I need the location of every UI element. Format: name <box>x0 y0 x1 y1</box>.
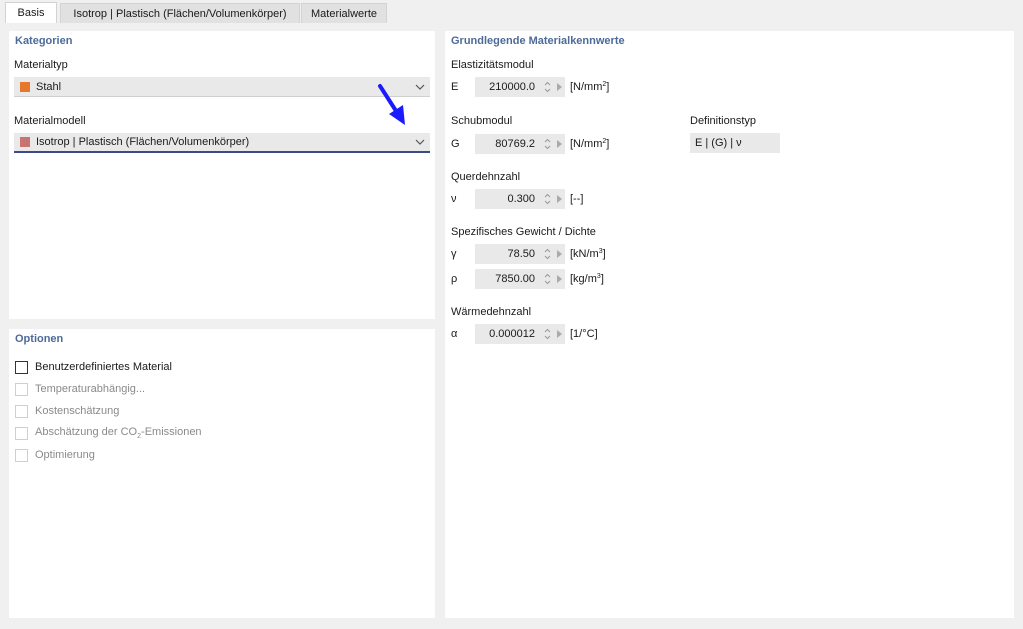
e-symbol: E <box>451 81 459 93</box>
schubmodul-label: Schubmodul <box>451 115 513 127</box>
alpha-unit: [1/°C] <box>570 328 598 340</box>
arrow-right-icon[interactable] <box>553 134 565 154</box>
querdehnzahl-label: Querdehnzahl <box>451 171 521 183</box>
materialtyp-color-swatch <box>20 81 30 92</box>
materialtyp-label: Materialtyp <box>14 59 68 71</box>
spinner-icon[interactable] <box>541 244 553 264</box>
alpha-symbol: α <box>451 328 458 340</box>
g-symbol: G <box>451 138 460 150</box>
arrow-right-icon[interactable] <box>553 189 565 209</box>
kategorien-title: Kategorien <box>15 35 73 47</box>
materialmodell-color-swatch <box>20 137 30 147</box>
waermedehnzahl-label: Wärmedehnzahl <box>451 306 532 318</box>
checkbox-box[interactable] <box>15 404 28 418</box>
optionen-title: Optionen <box>15 333 64 345</box>
materialkennwerte-panel: Grundlegende Materialkennwerte Elastizit… <box>445 31 1014 618</box>
gamma-unit: [kN/m3] <box>570 248 606 260</box>
materialmodell-value: Isotrop | Plastisch (Flächen/Volumenkörp… <box>36 136 250 148</box>
tab-basis[interactable]: Basis <box>5 2 57 23</box>
checkbox-label: Temperaturabhängig... <box>35 383 146 395</box>
arrow-right-icon[interactable] <box>553 244 565 264</box>
rho-symbol: ρ <box>451 273 458 285</box>
spinner-icon[interactable] <box>541 269 553 289</box>
materialmodell-label: Materialmodell <box>14 115 86 127</box>
elastizitaetsmodul-label: Elastizitätsmodul <box>451 59 534 71</box>
tab-bar: Basis Isotrop | Plastisch (Flächen/Volum… <box>0 0 1023 23</box>
arrow-right-icon[interactable] <box>553 269 565 289</box>
gamma-input[interactable]: 78.50 <box>475 244 565 264</box>
checkbox-label: Kostenschätzung <box>35 405 120 417</box>
annotation-arrow-icon <box>378 84 405 125</box>
spinner-icon[interactable] <box>541 324 553 344</box>
checkbox-kostenschaetzung[interactable]: Kostenschätzung <box>15 403 119 419</box>
materialkennwerte-title: Grundlegende Materialkennwerte <box>451 35 625 47</box>
spinner-icon[interactable] <box>541 134 553 154</box>
nu-symbol: ν <box>451 193 457 205</box>
checkbox-box[interactable] <box>15 382 28 396</box>
g-input[interactable]: 80769.2 <box>475 134 565 154</box>
tab-isotrop-plastisch[interactable]: Isotrop | Plastisch (Flächen/Volumenkörp… <box>60 3 300 23</box>
spezifisches-gewicht-label: Spezifisches Gewicht / Dichte <box>451 226 596 238</box>
arrow-right-icon[interactable] <box>553 77 565 97</box>
checkbox-label: Abschätzung der CO2-Emissionen <box>35 425 202 441</box>
gamma-symbol: γ <box>451 248 457 260</box>
checkbox-temperaturabhaengig[interactable]: Temperaturabhängig... <box>15 381 145 397</box>
nu-input[interactable]: 0.300 <box>475 189 565 209</box>
materialtyp-dropdown[interactable]: Stahl <box>14 77 430 97</box>
rho-input[interactable]: 7850.00 <box>475 269 565 289</box>
arrow-right-icon[interactable] <box>553 324 565 344</box>
materialmodell-dropdown[interactable]: Isotrop | Plastisch (Flächen/Volumenkörp… <box>14 133 430 153</box>
checkbox-box[interactable] <box>15 426 28 440</box>
checkbox-label: Benutzerdefiniertes Material <box>35 361 172 373</box>
optionen-panel: Optionen Benutzerdefiniertes Material Te… <box>9 329 435 618</box>
definitionstyp-label: Definitionstyp <box>690 115 757 127</box>
checkbox-box[interactable] <box>15 360 28 374</box>
checkbox-optimierung[interactable]: Optimierung <box>15 447 95 463</box>
spinner-icon[interactable] <box>541 77 553 97</box>
checkbox-benutzerdefiniertes-material[interactable]: Benutzerdefiniertes Material <box>15 359 172 375</box>
chevron-down-icon[interactable] <box>410 132 430 152</box>
chevron-down-icon[interactable] <box>410 77 430 97</box>
kategorien-panel: Kategorien Materialtyp Stahl Materialmod… <box>9 31 435 319</box>
checkbox-label: Optimierung <box>35 449 95 461</box>
e-input[interactable]: 210000.0 <box>475 77 565 97</box>
nu-unit: [--] <box>570 193 584 205</box>
g-unit: [N/mm2] <box>570 138 610 150</box>
definitionstyp-value: E | (G) | ν <box>690 133 780 153</box>
tab-materialwerte[interactable]: Materialwerte <box>301 3 387 23</box>
e-unit: [N/mm2] <box>570 81 610 93</box>
rho-unit: [kg/m3] <box>570 273 604 285</box>
checkbox-co2-emissionen[interactable]: Abschätzung der CO2-Emissionen <box>15 425 202 441</box>
checkbox-box[interactable] <box>15 448 28 462</box>
spinner-icon[interactable] <box>541 189 553 209</box>
materialtyp-value: Stahl <box>36 80 62 93</box>
alpha-input[interactable]: 0.000012 <box>475 324 565 344</box>
